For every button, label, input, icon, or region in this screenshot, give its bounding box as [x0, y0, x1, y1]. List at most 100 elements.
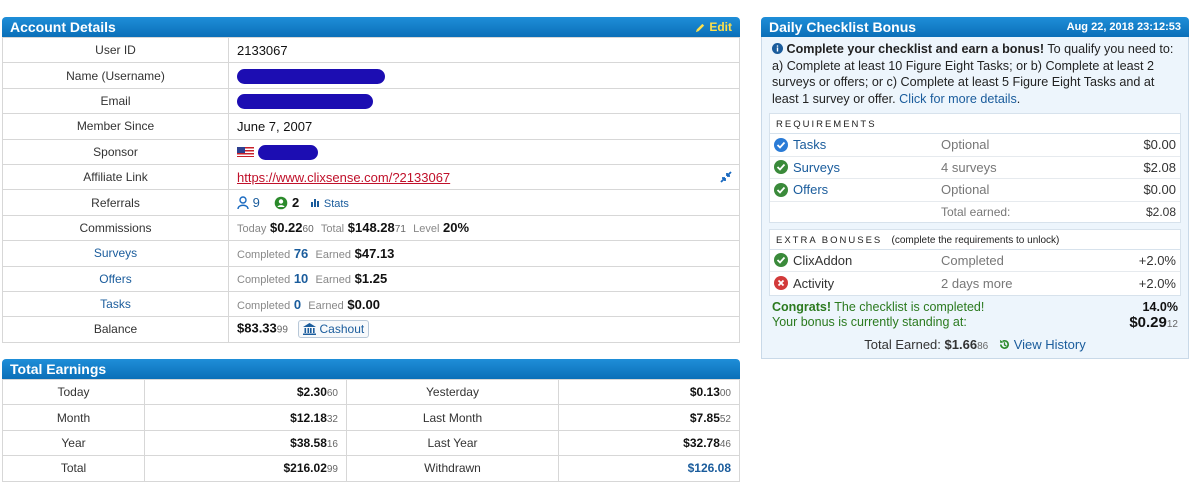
balance-cents: 99 — [276, 324, 288, 336]
bonus-value: $0.29 — [1129, 314, 1167, 331]
user-id-label: User ID — [2, 36, 229, 64]
list-item: Surveys 4 surveys $2.08 — [770, 157, 1180, 179]
extra-bonuses-note: (complete the requirements to unlock) — [891, 234, 1060, 246]
total-earned-summary: Total Earned: $1.6686 View History — [864, 336, 1086, 352]
user-outline-icon — [237, 196, 249, 210]
requirement-amount: $0.00 — [1143, 137, 1176, 153]
direct-referrals-count[interactable]: 9 — [253, 195, 260, 210]
view-history-link[interactable]: View History — [995, 337, 1086, 352]
earnings-value: $38.5816 — [144, 429, 347, 457]
earnings-label: Withdrawn — [346, 455, 559, 482]
referrals-value: 9 2 Stats — [228, 189, 740, 216]
more-details-link[interactable]: Click for more details — [899, 92, 1017, 106]
affiliate-link-label: Affiliate Link — [2, 163, 229, 191]
offers-link[interactable]: Offers — [2, 265, 229, 292]
edit-link[interactable]: Edit — [695, 20, 732, 34]
rented-referrals-count[interactable]: 2 — [292, 195, 299, 210]
requirement-status: Optional — [941, 182, 990, 198]
check-circle-icon — [774, 182, 788, 197]
user-green-icon — [275, 197, 288, 210]
list-item: Offers Optional $0.00 — [770, 179, 1180, 202]
extra-amount: +2.0% — [1138, 275, 1176, 291]
checklist-intro: Complete your checklist and earn a bonus… — [772, 42, 1174, 106]
account-details-title: Account Details — [10, 19, 116, 35]
account-details-panel: Account Details Edit User ID 2133067 Nam… — [2, 17, 740, 343]
table-row: Tasks Completed 0 Earned $0.00 — [2, 290, 740, 318]
table-row: Total $216.0299 Withdrawn $126.08 — [2, 455, 740, 482]
surveys-earned: $47.13 — [354, 245, 395, 261]
extra-clixaddon: ClixAddon — [774, 253, 941, 268]
bank-icon — [302, 323, 316, 336]
sponsor-label: Sponsor — [2, 138, 229, 165]
member-since-label: Member Since — [2, 113, 229, 140]
offers-completed: 10 — [293, 271, 309, 287]
completed-label: Completed — [237, 274, 291, 287]
tasks-completed: 0 — [293, 296, 302, 312]
tasks-link[interactable]: Tasks — [2, 290, 229, 318]
shorten-link-icon[interactable] — [719, 170, 733, 184]
checklist-date: Aug 22, 2018 23:12:53 — [1066, 21, 1181, 33]
completed-label: Completed — [237, 248, 291, 261]
extra-amount: +2.0% — [1138, 252, 1176, 268]
earnings-label: Today — [2, 378, 145, 406]
daily-checklist-title: Daily Checklist Bonus — [769, 19, 917, 35]
bonus-cents: 12 — [1166, 319, 1178, 330]
congrats-text: Congrats! The checklist is completed! Yo… — [772, 299, 985, 330]
total-earned-row: Total earned: $2.08 — [770, 202, 1180, 222]
level-value: 20% — [443, 220, 470, 236]
cashout-label: Cashout — [319, 322, 365, 337]
earnings-label: Year — [2, 429, 145, 457]
stats-label: Stats — [323, 197, 349, 210]
earnings-label: Last Month — [346, 404, 559, 431]
affiliate-link-cell: https://www.clixsense.com/?2133067 — [228, 163, 740, 191]
redacted-email — [237, 94, 373, 109]
balance-label: Balance — [2, 316, 229, 343]
name-value — [228, 62, 740, 89]
redacted-sponsor[interactable] — [258, 144, 318, 160]
bar-chart-icon — [310, 198, 319, 207]
surveys-completed: 76 — [293, 245, 309, 261]
requirement-surveys[interactable]: Surveys — [774, 160, 941, 175]
requirement-status: 4 surveys — [941, 159, 997, 175]
earned-label: Earned — [315, 248, 352, 261]
table-row: Name (Username) — [2, 62, 740, 89]
total-earned-label: Total earned: — [941, 204, 1011, 219]
requirements-box: REQUIREMENTS Tasks Optional $0.00 Survey… — [769, 113, 1181, 223]
affiliate-link[interactable]: https://www.clixsense.com/?2133067 — [237, 170, 450, 185]
balance-value: $83.3399 Cashout — [228, 316, 740, 343]
table-row: Today $2.3060 Yesterday $0.1300 — [2, 378, 740, 406]
requirement-amount: $2.08 — [1143, 159, 1176, 175]
earnings-value: $32.7846 — [558, 429, 740, 457]
total-commission: $148.28 — [347, 220, 395, 236]
stats-link[interactable]: Stats — [310, 197, 349, 210]
earnings-table: Today $2.3060 Yesterday $0.1300 Month $1… — [2, 378, 740, 482]
account-details-header: Account Details Edit — [2, 17, 740, 37]
table-row: Member Since June 7, 2007 — [2, 113, 740, 140]
check-circle-icon — [774, 160, 788, 175]
earnings-label: Total — [2, 455, 145, 482]
earnings-label: Last Year — [346, 429, 559, 457]
table-row: Email — [2, 87, 740, 115]
requirement-tasks[interactable]: Tasks — [774, 137, 941, 152]
intro-bold: Complete your checklist and earn a bonus… — [786, 42, 1045, 56]
requirement-offers[interactable]: Offers — [774, 182, 941, 197]
surveys-link[interactable]: Surveys — [2, 240, 229, 267]
cashout-button[interactable]: Cashout — [297, 320, 370, 339]
tasks-value: Completed 0 Earned $0.00 — [228, 290, 740, 318]
offers-value: Completed 10 Earned $1.25 — [228, 265, 740, 292]
congrats-bold: Congrats! — [772, 299, 832, 314]
table-row: Balance $83.3399 Cashout — [2, 316, 740, 343]
list-item: Tasks Optional $0.00 — [770, 134, 1180, 157]
extra-status: 2 days more — [941, 275, 1013, 291]
total-earned-summary-label: Total Earned: — [864, 336, 941, 352]
earnings-label: Month — [2, 404, 145, 431]
congrats-section: Congrats! The checklist is completed! Yo… — [772, 296, 1178, 335]
earned-label: Earned — [308, 299, 344, 312]
table-row: Month $12.1832 Last Month $7.8552 — [2, 404, 740, 431]
bonus-summary: 14.0% $0.2912 — [1129, 300, 1178, 333]
extra-activity: Activity — [774, 276, 941, 291]
requirement-status: Optional — [941, 137, 990, 153]
x-circle-icon — [774, 276, 788, 291]
withdrawn-link[interactable]: $126.08 — [558, 455, 740, 482]
bonus-percent: 14.0% — [1142, 299, 1178, 314]
